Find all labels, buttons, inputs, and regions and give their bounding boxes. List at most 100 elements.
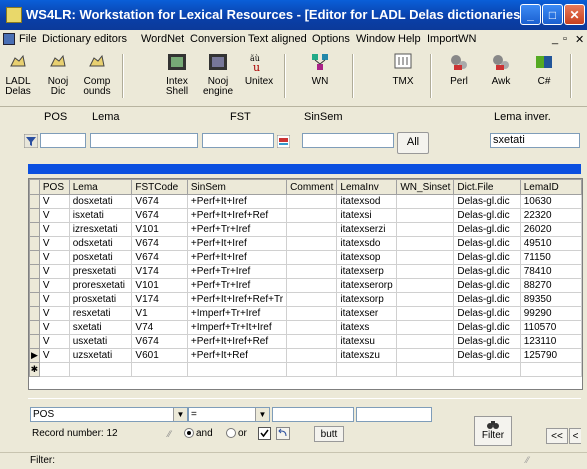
cell-lema[interactable]: prosxetati (68, 292, 133, 307)
empty-cell[interactable] (286, 362, 338, 377)
chevron-down-icon[interactable]: ▼ (173, 408, 187, 421)
table-row[interactable]: Vizresxetati V101 +Perf+Tr+Iref itatexserzi… (29, 222, 582, 237)
row-selector[interactable] (29, 292, 40, 307)
cell-fstcode[interactable]: V101 (131, 278, 188, 293)
cell-dict-file[interactable]: Delas-gl.dic (453, 306, 521, 321)
cell-pos[interactable]: V (38, 334, 70, 349)
cell-lemainv[interactable]: itatexszu (336, 348, 398, 363)
mdi-restore-button[interactable]: ▫ (563, 33, 567, 45)
butt-button[interactable]: butt (314, 426, 344, 442)
menu-importwn[interactable]: ImportWN (427, 33, 477, 45)
cell-wn-sinset[interactable] (396, 222, 455, 237)
cell-sinsem[interactable]: +Perf+It+Ref (186, 348, 288, 363)
fst-picker-icon[interactable] (277, 135, 290, 148)
wn-button[interactable]: WN (304, 50, 336, 102)
cell-comment[interactable] (286, 194, 338, 209)
row-selector[interactable] (29, 320, 40, 335)
cell-sinsem[interactable]: +Perf+It+Iref+Ref (186, 208, 288, 223)
cell-wn-sinset[interactable] (396, 334, 455, 349)
table-row[interactable]: Vodsxetati V674 +Perf+It+Iref itatexsdo Dela… (29, 236, 582, 251)
column-header-wn-sinset[interactable]: WN_Sinset (396, 179, 455, 195)
cell-lemaid[interactable]: 99290 (519, 306, 582, 321)
empty-cell[interactable] (519, 362, 582, 377)
cell-fstcode[interactable]: V174 (131, 292, 188, 307)
cell-dict-file[interactable]: Delas-gl.dic (453, 264, 521, 279)
menu-dictionary-editors[interactable]: Dictionary editors (42, 33, 127, 45)
column-header-lemaid[interactable]: LemaID (519, 179, 582, 195)
cell-comment[interactable] (286, 250, 338, 265)
cell-dict-file[interactable]: Delas-gl.dic (453, 278, 521, 293)
lema-filter-input[interactable] (90, 133, 198, 148)
cell-sinsem[interactable]: +Perf+Tr+Iref (186, 264, 288, 279)
menu-wordnet[interactable]: WordNet (141, 33, 184, 45)
cell-pos[interactable]: V (38, 194, 70, 209)
cell-comment[interactable] (286, 264, 338, 279)
cell-sinsem[interactable]: +Perf+Tr+Iref (186, 278, 288, 293)
cell-lemainv[interactable]: itatexserorp (336, 278, 398, 293)
cell-pos[interactable]: V (38, 292, 70, 307)
menu-help[interactable]: Help (398, 33, 421, 45)
nav-prev-button[interactable]: << (546, 428, 568, 444)
maximize-button[interactable]: □ (542, 4, 563, 25)
row-selector[interactable]: ▶ (29, 348, 40, 363)
column-header-pos[interactable]: POS (38, 179, 70, 195)
table-row[interactable]: Vpresxetati V174 +Perf+Tr+Iref itatexserp De… (29, 264, 582, 279)
ladl-delas-button[interactable]: LADL Delas (4, 50, 32, 102)
table-row[interactable]: ▶ Vuzsxetati V601 +Perf+It+Ref itatexszu Dela… (29, 348, 582, 363)
row-selector[interactable] (29, 278, 40, 293)
cell-wn-sinset[interactable] (396, 250, 455, 265)
column-header-dict-file[interactable]: Dict.File (453, 179, 521, 195)
chevron-down-icon[interactable]: ▼ (255, 408, 269, 421)
cell-comment[interactable] (286, 320, 338, 335)
cell-lemaid[interactable]: 88270 (519, 278, 582, 293)
table-row[interactable]: Vposxetati V674 +Perf+It+Iref itatexsop Dela… (29, 250, 582, 265)
cell-pos[interactable]: V (38, 306, 70, 321)
cell-lema[interactable]: presxetati (68, 264, 133, 279)
cell-dict-file[interactable]: Delas-gl.dic (453, 250, 521, 265)
cell-lema[interactable]: proresxetati (68, 278, 133, 293)
row-selector[interactable] (29, 194, 40, 209)
column-header-sinsem[interactable]: SinSem (186, 179, 288, 195)
checkbox-icon[interactable] (258, 427, 271, 440)
csharp-button[interactable]: C# (530, 50, 558, 102)
mdi-minimize-button[interactable]: _ (552, 33, 558, 45)
table-row[interactable]: Vusxetati V674 +Perf+It+Iref+Ref itatexsu De… (29, 334, 582, 349)
cell-lemaid[interactable]: 125790 (519, 348, 582, 363)
cell-fstcode[interactable]: V674 (131, 334, 188, 349)
column-header-lema[interactable]: Lema (68, 179, 133, 195)
cell-pos[interactable]: V (38, 264, 70, 279)
close-button[interactable]: ✕ (564, 4, 585, 25)
pos-filter-input[interactable] (40, 133, 86, 148)
empty-cell[interactable] (38, 362, 70, 377)
cell-wn-sinset[interactable] (396, 236, 455, 251)
cell-lemaid[interactable]: 49510 (519, 236, 582, 251)
cell-wn-sinset[interactable] (396, 348, 455, 363)
table-row[interactable]: Vproresxetati V101 +Perf+Tr+Iref itatexsero… (29, 278, 582, 293)
menu-conversion[interactable]: Conversion (190, 33, 246, 45)
table-row[interactable]: Vresxetati V1 +Imperf+Tr+Iref itatexser Dela… (29, 306, 582, 321)
cell-lema[interactable]: resxetati (68, 306, 133, 321)
cell-fstcode[interactable]: V674 (131, 250, 188, 265)
empty-cell[interactable] (68, 362, 133, 377)
row-selector[interactable] (29, 306, 40, 321)
row-selector[interactable] (29, 236, 40, 251)
cell-lemainv[interactable]: itatexsu (336, 334, 398, 349)
intex-shell-button[interactable]: Intex Shell (162, 50, 192, 102)
awk-button[interactable]: Awk (486, 50, 516, 102)
cell-fstcode[interactable]: V74 (131, 320, 188, 335)
menu-options[interactable]: Options (312, 33, 350, 45)
cell-dict-file[interactable]: Delas-gl.dic (453, 348, 521, 363)
cell-pos[interactable]: V (38, 278, 70, 293)
filter-button[interactable]: Filter (474, 416, 512, 446)
column-header-comment[interactable]: Comment (286, 179, 338, 195)
field-select[interactable]: POS ▼ (30, 407, 188, 422)
cell-lemainv[interactable]: itatexsi (336, 208, 398, 223)
empty-cell[interactable] (336, 362, 398, 377)
compounds-button[interactable]: Comp ounds (80, 50, 114, 102)
unitex-button[interactable]: ãù u Unitex (244, 50, 274, 102)
cell-sinsem[interactable]: +Perf+It+Iref+Ref+Tr (186, 292, 288, 307)
nooj-dic-button[interactable]: Nooj Dic (44, 50, 72, 102)
cell-fstcode[interactable]: V174 (131, 264, 188, 279)
cell-pos[interactable]: V (38, 348, 70, 363)
cell-pos[interactable]: V (38, 320, 70, 335)
